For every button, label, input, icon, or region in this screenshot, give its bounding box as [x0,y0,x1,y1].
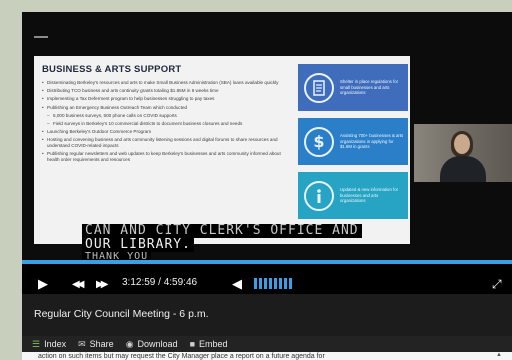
slide-feature-text: Shelter in place regulations for small b… [340,79,399,96]
tab-label: Embed [199,339,228,349]
index-transcript-text: action on such items but may request the… [22,352,512,360]
mail-icon: ✉ [78,338,86,349]
slide-bullet: Distributing TCO business and arts conti… [42,88,288,94]
video-menu-icon[interactable] [34,36,48,38]
slide-bullet: Hosting and convening business and arts … [42,137,288,148]
slide-bullet: Implementing a Tax Deferment program to … [42,96,288,102]
tab-download[interactable]: ◉ Download [126,339,178,350]
slide-bullet-list: Disseminating Berkeley's resources and a… [42,80,288,165]
playback-time: 3:12:59 / 4:59:46 [122,277,198,288]
slide-bullet: Disseminating Berkeley's resources and a… [42,80,288,86]
dollar-icon: $ [304,126,334,157]
closed-caption-line: THANK YOU [82,252,152,260]
info-icon [304,180,334,211]
tab-embed[interactable]: ■ Embed [190,339,228,349]
volume-slider[interactable] [254,278,292,289]
svg-text:$: $ [313,133,324,151]
slide-feature-2: $ Assisting 700+ businesses & arts organ… [298,118,408,165]
closed-caption-line: CAN AND CITY CLERK'S OFFICE AND [82,224,362,238]
document-icon [304,72,334,103]
download-icon: ◉ [125,338,134,349]
tab-label: Download [137,339,178,349]
slide-bullet: Publishing an Emergency Business Outreac… [42,105,288,111]
slide-feature-text: Assisting 700+ businesses & arts organiz… [340,133,404,150]
fullscreen-icon[interactable]: ⤢ [492,277,502,291]
slide-feature-text: Updated & new information for businesses… [340,187,399,204]
fast-forward-icon[interactable]: ▶▶ [96,278,109,292]
rewind-icon[interactable]: ◀◀ [72,278,85,292]
tab-share[interactable]: ✉ Share [78,339,114,350]
speaker-video-inset [414,124,512,182]
slide-bullet: Field surveys in Berkeley's 10 commercia… [42,121,288,127]
slide-bullet: 5,000 business surveys, 500 phone calls … [42,113,288,119]
slide-title: BUSINESS & ARTS SUPPORT [42,64,182,75]
video-player-frame: BUSINESS & ARTS SUPPORT Disseminating Be… [22,12,512,360]
volume-icon[interactable]: ◀ [232,277,242,291]
slide-bullet: Launching Berkeley's Outdoor Commerce Pr… [42,129,288,135]
play-icon[interactable]: ▶ [38,277,48,291]
slide-feature-1: Shelter in place regulations for small b… [298,64,408,111]
slide-bullet: Publishing regular newsletters and web u… [42,151,288,162]
tab-label: Index [44,339,67,349]
player-control-bar: ▶ ◀◀ ▶▶ 3:12:59 / 4:59:46 ◀ ⤢ [22,260,512,294]
scroll-up-icon[interactable]: ▲ [496,352,502,359]
tab-label: Share [89,339,114,349]
list-icon: ☰ [32,338,41,349]
slide-feature-3: Updated & new information for businesses… [298,172,408,219]
closed-caption-line: OUR LIBRARY. [82,238,194,252]
embed-icon: ■ [189,339,196,349]
tab-index[interactable]: ☰ Index [32,339,66,350]
video-area[interactable]: BUSINESS & ARTS SUPPORT Disseminating Be… [22,12,512,260]
presentation-slide: BUSINESS & ARTS SUPPORT Disseminating Be… [34,56,410,244]
meeting-title: Regular City Council Meeting - 6 p.m. [22,294,512,336]
player-tabs: ☰ Index ✉ Share ◉ Download ■ Embed [22,336,512,352]
